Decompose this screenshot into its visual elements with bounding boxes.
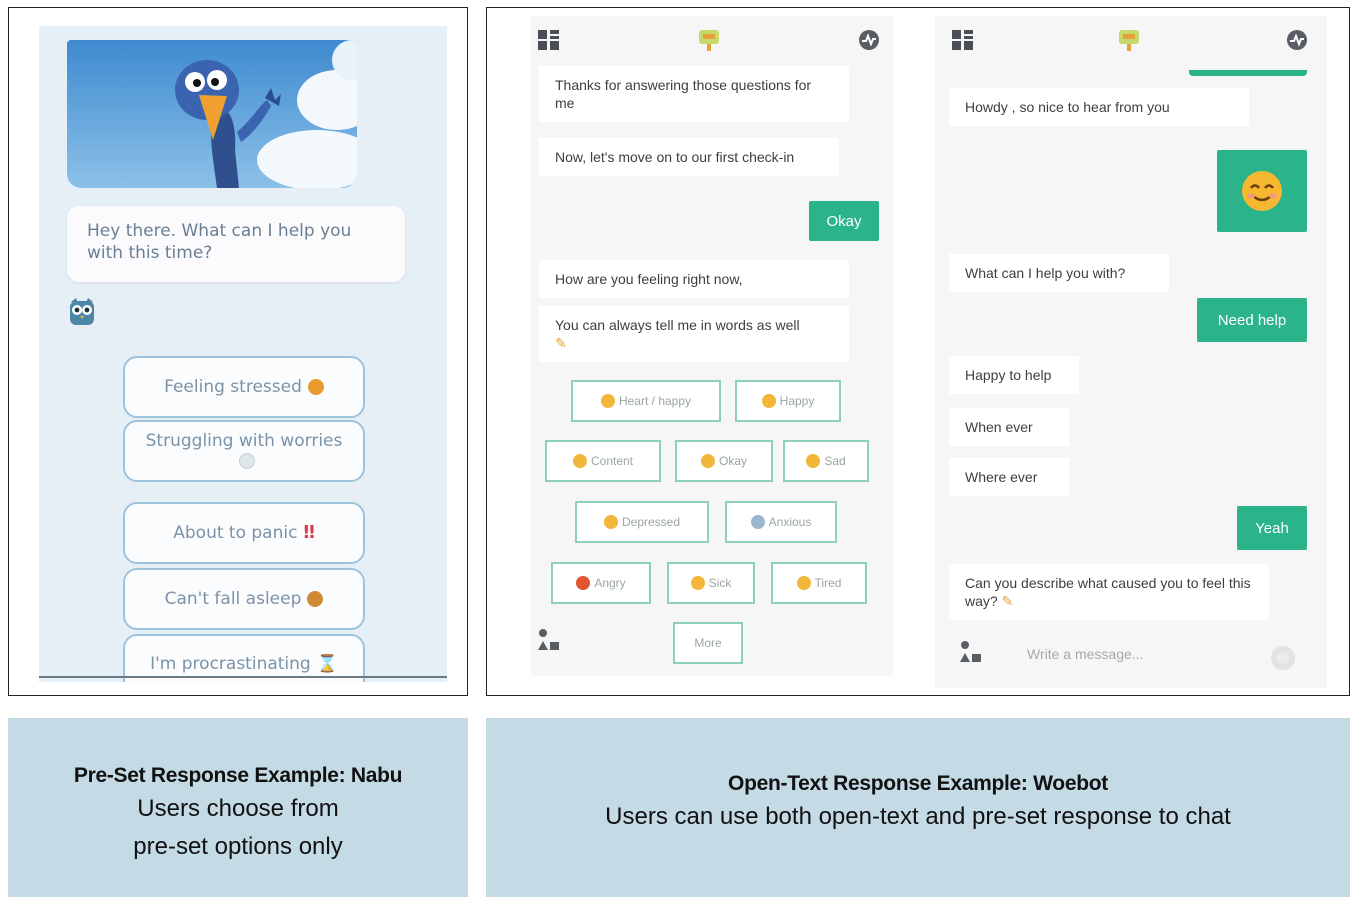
mood-label: Happy	[779, 394, 815, 408]
sad-emoji-icon	[806, 454, 821, 468]
heart-eyes-emoji-icon	[600, 394, 615, 408]
option-im-procrastinating[interactable]: I'm procrastinating ⌛	[123, 634, 365, 682]
sick-emoji-icon	[690, 576, 705, 590]
bot-message: What can I help you with?	[949, 254, 1169, 292]
grid-menu-icon[interactable]	[951, 28, 975, 56]
option-feeling-stressed[interactable]: Feeling stressed	[123, 356, 365, 418]
option-label: Struggling with worries	[146, 431, 342, 471]
divider	[39, 676, 447, 678]
tired-emoji-icon	[796, 576, 811, 590]
previous-reply-edge	[1189, 70, 1307, 76]
happy-emoji-icon	[761, 394, 776, 408]
option-label: Feeling stressed	[164, 377, 302, 397]
anxious-emoji-icon	[750, 515, 765, 529]
activity-icon[interactable]	[1285, 28, 1309, 56]
grid-menu-icon[interactable]	[537, 28, 561, 56]
nabu-prompt-bubble: Hey there. What can I help you with this…	[67, 206, 405, 282]
smile-emoji-reply[interactable]	[1217, 150, 1307, 232]
mood-label: Sad	[824, 454, 846, 468]
mood-label: Anxious	[768, 515, 812, 529]
owl-avatar-icon	[69, 298, 95, 326]
angry-emoji-icon	[576, 576, 591, 590]
option-about-to-panic[interactable]: About to panic ‼	[123, 502, 365, 564]
nabu-chat-screen: Hey there. What can I help you with this…	[39, 26, 447, 682]
option-cant-fall-asleep[interactable]: Can't fall asleep	[123, 568, 365, 630]
double-exclamation-icon: ‼	[303, 522, 315, 543]
mood-chip-happy[interactable]: Happy	[735, 380, 841, 422]
woebot-checkin-screen: Thanks for answering those questions for…	[531, 16, 893, 676]
bot-message: Now, let's move on to our first check-in	[539, 138, 839, 176]
option-label: Can't fall asleep	[164, 589, 302, 609]
toolbox-icon[interactable]	[537, 628, 561, 660]
need-help-reply-button[interactable]: Need help	[1197, 298, 1307, 342]
woebot-top-bar	[935, 16, 1327, 62]
woebot-logo-icon	[1115, 26, 1143, 58]
pencil-icon: ✎	[1001, 593, 1014, 609]
send-icon[interactable]	[1269, 644, 1297, 676]
cloud-emoji-icon	[239, 453, 255, 469]
mood-chip-anxious[interactable]: Anxious	[725, 501, 837, 543]
mood-chip-sad[interactable]: Sad	[783, 440, 869, 482]
mood-chip-tired[interactable]: Tired	[771, 562, 867, 604]
message-input[interactable]: Write a message...	[1027, 646, 1267, 670]
nabu-bird-illustration	[67, 40, 357, 188]
woebot-top-bar	[531, 16, 893, 62]
bot-message: When ever	[949, 408, 1069, 446]
content-emoji-icon	[572, 454, 587, 468]
woebot-caption: Open-Text Response Example: Woebot Users…	[486, 718, 1350, 897]
toolbox-icon[interactable]	[959, 640, 983, 672]
mood-chip-okay[interactable]: Okay	[675, 440, 773, 482]
woebot-logo-icon	[695, 26, 723, 58]
yeah-reply-button[interactable]: Yeah	[1237, 506, 1307, 550]
bot-message: Where ever	[949, 458, 1069, 496]
option-struggling-with-worries[interactable]: Struggling with worries	[123, 420, 365, 482]
woebot-caption-line: Users can use both open-text and pre-set…	[605, 803, 1231, 830]
depressed-emoji-icon	[603, 515, 618, 529]
bot-message: You can always tell me in words as well ✎	[539, 306, 849, 362]
mood-chip-angry[interactable]: Angry	[551, 562, 651, 604]
nabu-caption-line: pre-set options only	[133, 833, 343, 860]
bot-message: How are you feeling right now,	[539, 260, 849, 298]
smiling-face-icon	[1242, 171, 1282, 211]
nabu-caption: Pre-Set Response Example: Nabu Users cho…	[8, 718, 468, 897]
bot-message: Howdy , so nice to hear from you	[949, 88, 1249, 126]
bot-message: Can you describe what caused you to feel…	[949, 564, 1269, 620]
okay-reply-button[interactable]: Okay	[809, 201, 879, 241]
woebot-chat-screen: Howdy , so nice to hear from you What ca…	[935, 16, 1327, 688]
mood-label: Content	[590, 454, 634, 468]
activity-icon[interactable]	[857, 28, 881, 56]
mood-chip-heart-happy[interactable]: Heart / happy	[571, 380, 721, 422]
nabu-caption-title: Pre-Set Response Example: Nabu	[73, 764, 403, 787]
woebot-caption-title: Open-Text Response Example: Woebot	[728, 772, 1108, 795]
mood-chip-content[interactable]: Content	[545, 440, 661, 482]
option-label: About to panic	[173, 523, 298, 543]
mood-label: Okay	[718, 454, 747, 468]
nabu-screenshot-frame: Hey there. What can I help you with this…	[8, 7, 468, 696]
mood-label: Tired	[814, 576, 842, 590]
option-label: I'm procrastinating	[150, 654, 311, 674]
mood-label: Sick	[708, 576, 732, 590]
mood-chip-depressed[interactable]: Depressed	[575, 501, 709, 543]
more-label: More	[694, 636, 722, 650]
bot-message: Thanks for answering those questions for…	[539, 66, 849, 122]
mood-label: Heart / happy	[618, 394, 692, 408]
mood-label: Angry	[594, 576, 626, 590]
pencil-icon: ✎	[555, 335, 567, 351]
mood-chip-sick[interactable]: Sick	[667, 562, 755, 604]
more-moods-button[interactable]: More	[673, 622, 743, 664]
nabu-caption-line: Users choose from	[137, 795, 339, 822]
mood-label: Depressed	[621, 515, 681, 529]
hourglass-icon: ⌛	[316, 654, 338, 674]
bot-message: Happy to help	[949, 356, 1079, 394]
tired-emoji-icon	[307, 591, 324, 607]
stressed-emoji-icon	[307, 379, 324, 395]
okay-emoji-icon	[700, 454, 715, 468]
woebot-screenshot-frame: Thanks for answering those questions for…	[486, 7, 1350, 696]
